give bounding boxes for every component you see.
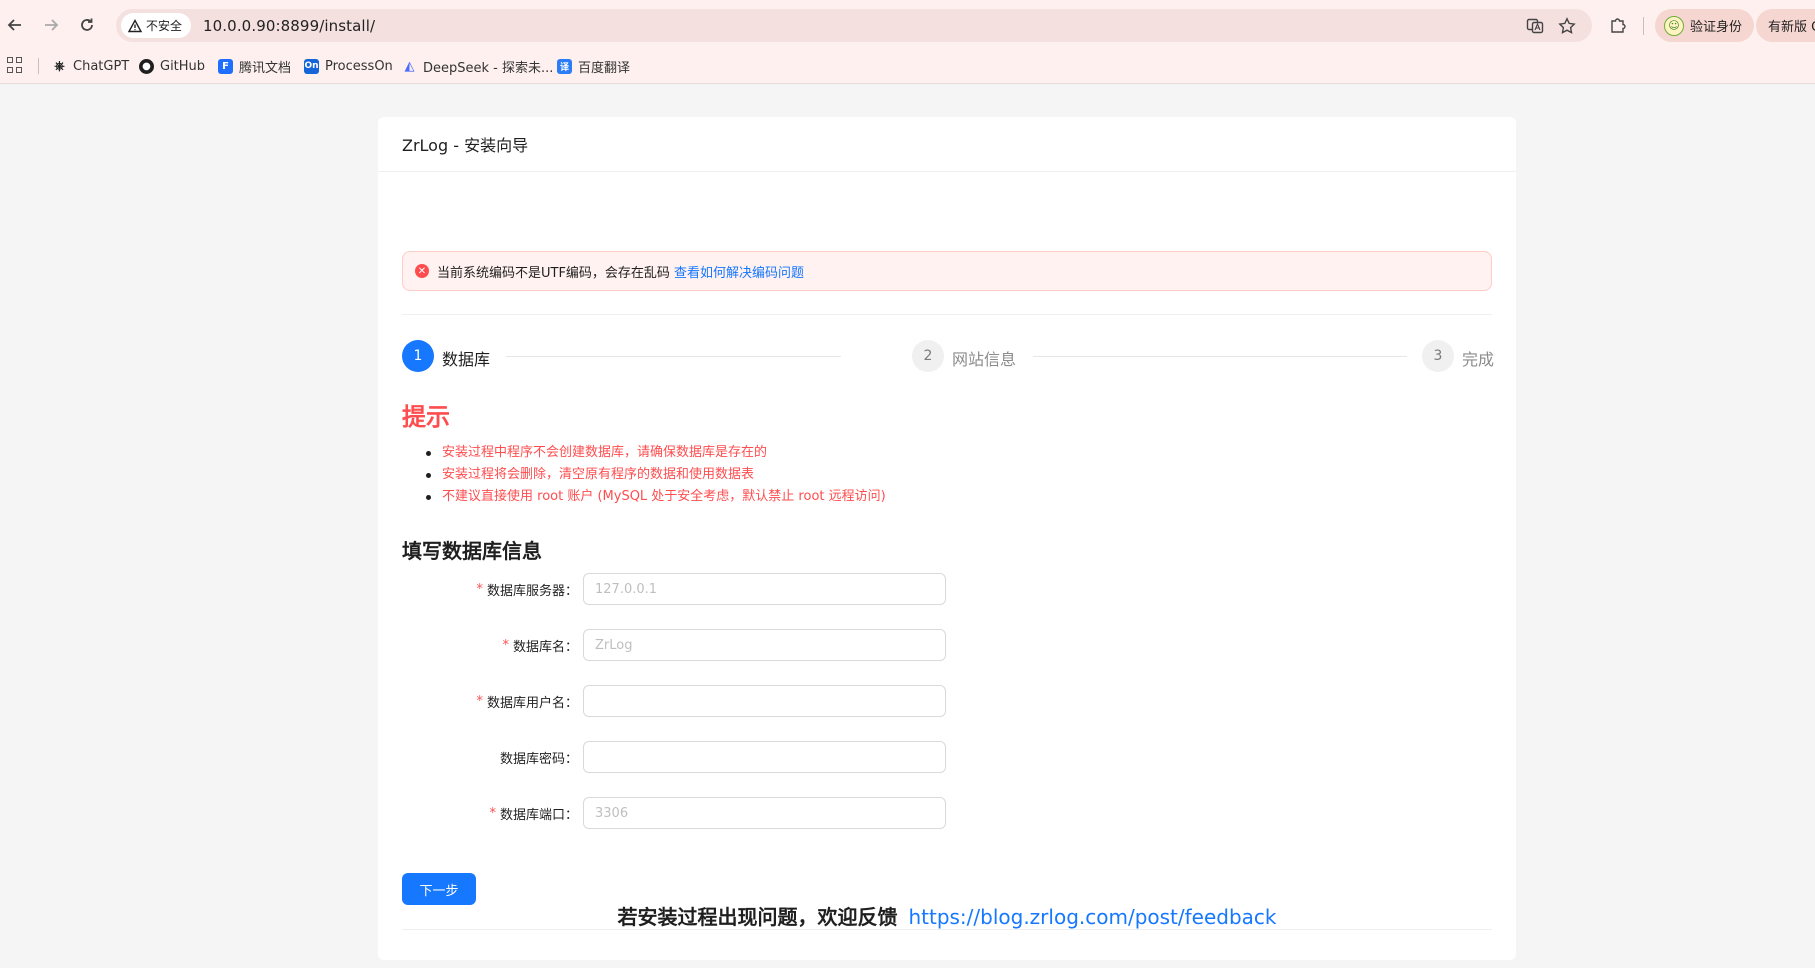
reload-button[interactable] (74, 12, 100, 38)
bookmark-deepseek[interactable]: ◭ DeepSeek - 探索未... (402, 56, 554, 76)
label-text: 数据库服务器 (486, 583, 565, 599)
label-text: 数据库密码 (499, 751, 565, 767)
baidu-translate-icon: 译 (557, 58, 572, 74)
step-3-circle: 3 (1422, 340, 1454, 372)
bookmarks-separator (38, 58, 39, 74)
tencent-docs-icon: F (218, 58, 233, 74)
update-button[interactable]: 有新版 C (1756, 9, 1815, 42)
install-wizard-card: ZrLog - 安装向导 ✕ 当前系统编码不是UTF编码，会存在乱码 查看如何解… (378, 117, 1516, 960)
github-icon: ● (139, 58, 154, 74)
db-server-input[interactable] (583, 573, 946, 605)
update-label: 有新版 C (1768, 20, 1815, 35)
processon-icon: On (304, 58, 319, 74)
extensions-button[interactable] (1606, 13, 1630, 37)
db-port-label: * 数据库端口 ： (489, 797, 578, 829)
feedback-text: 若安装过程出现问题，欢迎反馈 (617, 905, 898, 929)
reload-icon (81, 18, 93, 31)
bookmark-star-icon[interactable] (1557, 16, 1577, 36)
label-colon: ： (564, 639, 578, 655)
label-colon: ： (564, 807, 578, 823)
db-name-label: * 数据库名 ： (502, 629, 578, 661)
bookmark-chatgpt[interactable]: ⎈ ChatGPT (52, 56, 129, 76)
forward-arrow-icon (45, 19, 59, 31)
form-title: 填写数据库信息 (402, 539, 542, 563)
bookmark-label: 百度翻译 (578, 60, 631, 76)
toolbar-separator (1643, 17, 1644, 35)
db-username-label: * 数据库用户名 ： (476, 685, 578, 717)
chatgpt-icon: ⎈ (54, 58, 65, 74)
bookmarks-bar: ⎈ ChatGPT ● GitHub F 腾讯文档 On ProcessOn ◭… (0, 50, 1815, 82)
db-port-row: * 数据库端口 ： (402, 797, 1002, 829)
tip-title: 提示 (402, 403, 450, 431)
back-arrow-icon (7, 19, 21, 31)
browser-chrome: 不安全 10.0.0.90:8899/install/ ☺ 验证身份 有新版 C… (0, 0, 1815, 84)
deepseek-icon: ◭ (404, 58, 415, 74)
bookmark-label: GitHub (160, 58, 206, 74)
steps: 1 数据库 2 网站信息 3 完成 (402, 340, 1495, 372)
label-colon: ： (564, 751, 578, 767)
step-connector (506, 356, 841, 357)
address-bar[interactable]: 不安全 10.0.0.90:8899/install/ (116, 9, 1592, 42)
bookmark-label: 腾讯文档 (239, 60, 292, 76)
warning-icon (128, 18, 142, 32)
step-3-title: 完成 (1462, 350, 1495, 369)
apps-grid-icon[interactable] (7, 57, 23, 73)
forward-button[interactable] (38, 12, 64, 38)
label-text: 数据库端口 (499, 807, 565, 823)
error-icon: ✕ (415, 264, 429, 278)
db-server-label: * 数据库服务器 ： (476, 573, 578, 605)
required-mark: * (476, 693, 483, 709)
bookmark-tencent-docs[interactable]: F 腾讯文档 (218, 56, 291, 76)
bookmark-github[interactable]: ● GitHub (139, 56, 205, 76)
divider (402, 314, 1492, 315)
db-username-input[interactable] (583, 685, 946, 717)
url-text[interactable]: 10.0.0.90:8899/install/ (203, 17, 375, 35)
back-button[interactable] (2, 12, 28, 38)
db-port-input[interactable] (583, 797, 946, 829)
label-text: 数据库名 (512, 639, 565, 655)
profile-button[interactable]: ☺ 验证身份 (1655, 9, 1755, 42)
step-2-circle: 2 (912, 340, 944, 372)
step-1-circle: 1 (402, 340, 434, 372)
db-server-row: * 数据库服务器 ： (402, 573, 1002, 605)
feedback-line: 若安装过程出现问题，欢迎反馈 https://blog.zrlog.com/po… (378, 901, 1516, 930)
translate-icon[interactable] (1525, 16, 1545, 36)
db-name-row: * 数据库名 ： (402, 629, 1002, 661)
bookmark-baidu-translate[interactable]: 译 百度翻译 (557, 56, 630, 76)
security-chip[interactable]: 不安全 (121, 13, 192, 38)
step-2-title: 网站信息 (952, 350, 1017, 369)
encoding-help-link[interactable]: 查看如何解决编码问题 (674, 262, 804, 281)
browser-toolbar: 不安全 10.0.0.90:8899/install/ ☺ 验证身份 有新版 C (0, 0, 1815, 50)
bookmark-label: ChatGPT (73, 58, 130, 74)
required-mark: * (502, 637, 509, 653)
step-connector (1033, 356, 1407, 357)
card-header: ZrLog - 安装向导 (378, 117, 1516, 172)
db-username-row: * 数据库用户名 ： (402, 685, 1002, 717)
db-password-label: 数据库密码 ： (496, 741, 578, 773)
profile-label: 验证身份 (1690, 20, 1743, 35)
db-password-row: 数据库密码 ： (402, 741, 1002, 773)
alert-message: 当前系统编码不是UTF编码，会存在乱码 (437, 265, 670, 281)
puzzle-icon (1611, 18, 1626, 33)
bookmark-label: ProcessOn (325, 58, 393, 74)
avatar: ☺ (1664, 15, 1684, 36)
required-mark: * (489, 805, 496, 821)
security-label: 不安全 (146, 19, 183, 33)
tip-item: 安装过程中程序不会创建数据库，请确保数据库是存在的 (402, 442, 886, 464)
tip-item: 安装过程将会删除，清空原有程序的数据和使用数据表 (402, 464, 886, 486)
db-name-input[interactable] (583, 629, 946, 661)
feedback-link[interactable]: https://blog.zrlog.com/post/feedback (908, 905, 1276, 929)
encoding-alert: ✕ 当前系统编码不是UTF编码，会存在乱码 查看如何解决编码问题 (402, 251, 1492, 291)
page-title: ZrLog - 安装向导 (402, 136, 529, 155)
step-1-title: 数据库 (442, 350, 491, 369)
label-colon: ： (564, 583, 578, 599)
db-password-input[interactable] (583, 741, 946, 773)
label-text: 数据库用户名 (486, 695, 565, 711)
tip-item: 不建议直接使用 root 账户 (MySQL 处于安全考虑，默认禁止 root … (402, 486, 886, 508)
required-mark: * (476, 581, 483, 597)
label-colon: ： (564, 695, 578, 711)
tip-list: 安装过程中程序不会创建数据库，请确保数据库是存在的 安装过程将会删除，清空原有程… (402, 442, 886, 508)
bookmark-label: DeepSeek - 探索未... (423, 60, 554, 76)
bookmark-processon[interactable]: On ProcessOn (304, 56, 393, 76)
